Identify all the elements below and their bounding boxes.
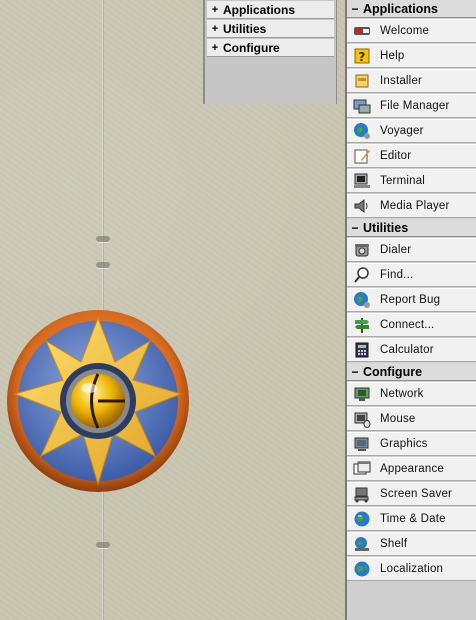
group-header-utilities[interactable]: − Utilities — [347, 219, 476, 237]
menu-item-connect[interactable]: Connect... — [347, 313, 476, 337]
mini-group-label: Configure — [223, 40, 280, 55]
menu-item-calculator[interactable]: Calculator — [347, 338, 476, 362]
editor-icon — [352, 147, 372, 165]
welcome-icon — [352, 22, 372, 40]
menu-item-dialer[interactable]: Dialer — [347, 238, 476, 262]
menu-item-find[interactable]: Find... — [347, 263, 476, 287]
network-icon — [352, 385, 372, 403]
menu-item-label: Shelf — [380, 538, 408, 550]
menu-item-mouse[interactable]: Mouse — [347, 407, 476, 431]
menu-item-file-manager[interactable]: File Manager — [347, 94, 476, 118]
seam-crack — [96, 542, 110, 548]
group-title: Utilities — [363, 220, 409, 235]
menu-item-installer[interactable]: Installer — [347, 69, 476, 93]
menu-item-label: Time & Date — [380, 513, 446, 525]
svg-text:?: ? — [358, 50, 365, 64]
collapse-toggle[interactable]: − — [347, 365, 363, 379]
menu-item-media-player[interactable]: Media Player — [347, 194, 476, 218]
menu-item-voyager[interactable]: Voyager — [347, 119, 476, 143]
menu-item-label: Welcome — [380, 25, 430, 37]
menu-item-label: Graphics — [380, 438, 428, 450]
menu-item-shelf[interactable]: Shelf — [347, 532, 476, 556]
graphics-icon — [352, 435, 372, 453]
group-title: Configure — [363, 364, 423, 379]
expand-toggle[interactable]: + — [207, 23, 223, 35]
appearance-icon — [352, 460, 372, 478]
mouse-icon — [352, 410, 372, 428]
terminal-icon — [352, 172, 372, 190]
menu-item-terminal[interactable]: Terminal — [347, 169, 476, 193]
menu-item-label: Help — [380, 50, 405, 62]
menu-item-label: Localization — [380, 563, 444, 575]
voyager-icon — [352, 122, 372, 140]
menu-item-label: Mouse — [380, 413, 416, 425]
connect-icon — [352, 316, 372, 334]
menu-item-localization[interactable]: Localization — [347, 557, 476, 581]
menu-item-graphics[interactable]: Graphics — [347, 432, 476, 456]
collapse-toggle[interactable]: − — [347, 221, 363, 235]
expand-toggle[interactable]: + — [207, 4, 223, 16]
menu-item-label: Connect... — [380, 319, 435, 331]
menu-item-label: Voyager — [380, 125, 424, 137]
screen-saver-icon — [352, 485, 372, 503]
menu-item-label: Dialer — [380, 244, 412, 256]
menu-item-label: Terminal — [380, 175, 426, 187]
menu-item-editor[interactable]: Editor — [347, 144, 476, 168]
deskbar: − Applications Welcome ? Help Installer … — [345, 0, 476, 620]
menu-item-report-bug[interactable]: Report Bug — [347, 288, 476, 312]
menu-item-label: Appearance — [380, 463, 445, 475]
menu-item-label: Find... — [380, 269, 414, 281]
seam-crack — [96, 262, 110, 268]
menu-item-label: Report Bug — [380, 294, 441, 306]
localization-icon — [352, 560, 372, 578]
menu-item-label: Media Player — [380, 200, 450, 212]
file-manager-icon — [352, 97, 372, 115]
menu-item-label: Installer — [380, 75, 423, 87]
time-date-icon — [352, 510, 372, 528]
mini-group-label: Utilities — [223, 21, 267, 36]
help-icon: ? — [352, 47, 372, 65]
menu-item-appearance[interactable]: Appearance — [347, 457, 476, 481]
seam-crack — [96, 236, 110, 242]
menu-item-label: Editor — [380, 150, 412, 162]
menu-item-network[interactable]: Network — [347, 382, 476, 406]
mini-group-utilities[interactable]: + Utilities — [207, 20, 334, 38]
shelf-icon — [352, 535, 372, 553]
menu-item-time-date[interactable]: Time & Date — [347, 507, 476, 531]
expand-toggle[interactable]: + — [207, 42, 223, 54]
menu-item-welcome[interactable]: Welcome — [347, 19, 476, 43]
desktop-logo-emblem — [7, 310, 189, 492]
mini-group-configure[interactable]: + Configure — [207, 39, 334, 57]
menu-item-label: Screen Saver — [380, 488, 453, 500]
collapsed-deskbar-panel: + Applications + Utilities + Configure — [203, 0, 337, 104]
group-title: Applications — [363, 1, 439, 16]
menu-item-label: File Manager — [380, 100, 450, 112]
dialer-icon — [352, 241, 372, 259]
find-icon — [352, 266, 372, 284]
menu-item-label: Calculator — [380, 344, 434, 356]
collapse-toggle[interactable]: − — [347, 2, 363, 16]
installer-icon — [352, 72, 372, 90]
menu-item-label: Network — [380, 388, 424, 400]
media-player-icon — [352, 197, 372, 215]
calculator-icon — [352, 341, 372, 359]
group-header-configure[interactable]: − Configure — [347, 363, 476, 381]
menu-item-screen-saver[interactable]: Screen Saver — [347, 482, 476, 506]
report-bug-icon — [352, 291, 372, 309]
menu-item-help[interactable]: ? Help — [347, 44, 476, 68]
mini-group-applications[interactable]: + Applications — [207, 1, 334, 19]
group-header-applications[interactable]: − Applications — [347, 0, 476, 18]
mini-group-label: Applications — [223, 2, 296, 17]
